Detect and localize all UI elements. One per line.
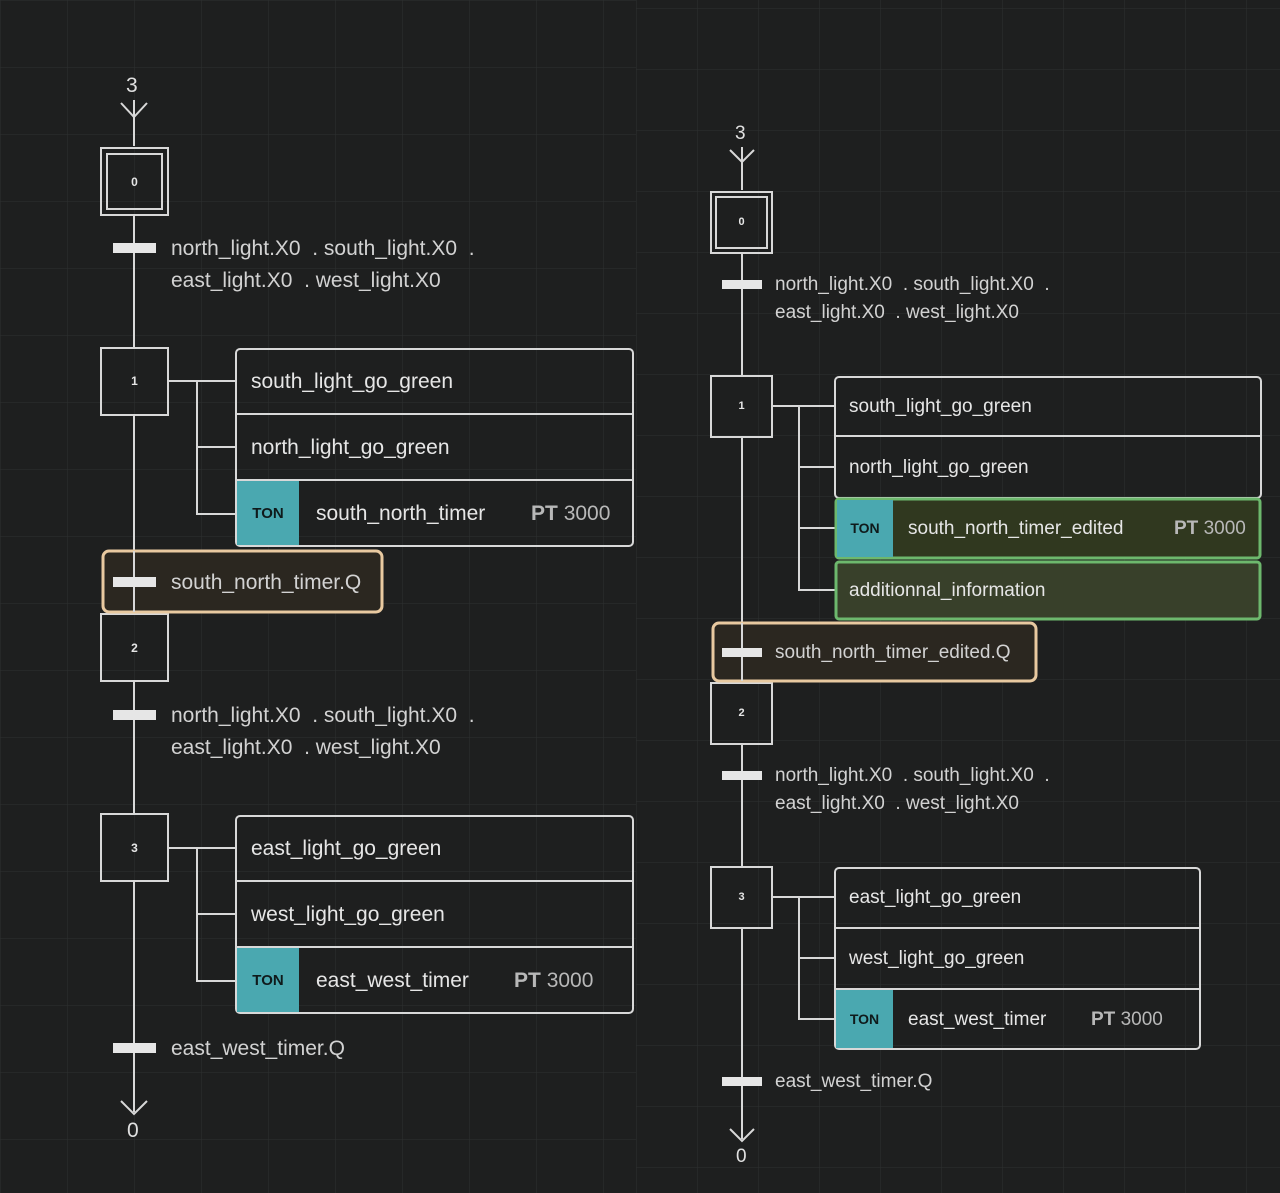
step-3-label: 3 [738,891,745,903]
grafcet-original-panel: 3 0 1 2 3 north_light.X0 . south_light.X… [0,0,636,1193]
preset-time: PT 3000 [531,502,611,525]
timer-label: south_north_timer [316,502,486,525]
step-3-label: 3 [131,841,138,855]
transition-condition: east_west_timer.Q [775,1071,933,1092]
step-1-label: 1 [738,400,745,412]
preset-time: PT 3000 [514,969,594,992]
transition-condition: east_light.X0 . west_light.X0 [775,302,1019,323]
step-1-label: 1 [131,374,138,388]
final-link-label: 0 [736,1146,747,1167]
timer-label-edited: south_north_timer_edited [908,518,1124,539]
grafcet-edited-panel: 3 0 1 2 3 north_light.X0 . south_light.X… [636,0,1280,1193]
transition-condition: north_light.X0 . south_light.X0 . [171,237,475,260]
action-label: west_light_go_green [849,948,1025,969]
action-label-added: additionnal_information [849,580,1046,601]
action-label: south_light_go_green [849,396,1032,417]
initial-link-label: 3 [735,123,746,144]
timer-label: east_west_timer [908,1009,1047,1030]
ton-label: TON [850,520,880,536]
step-2-label: 2 [738,707,745,719]
ton-label: TON [252,505,284,522]
transition-condition-highlighted: south_north_timer.Q [171,571,362,594]
transition-condition-highlighted: south_north_timer_edited.Q [775,642,1011,663]
transition-condition: north_light.X0 . south_light.X0 . [775,274,1050,295]
transition-condition: east_west_timer.Q [171,1037,345,1060]
action-label: north_light_go_green [251,436,450,459]
step-0-label: 0 [738,216,745,228]
action-label: east_light_go_green [251,837,442,860]
initial-link-label: 3 [126,74,138,97]
timer-label: east_west_timer [316,969,469,992]
transition-condition: north_light.X0 . south_light.X0 . [775,765,1050,786]
step-2-label: 2 [131,641,138,655]
ton-label: TON [849,1011,880,1027]
transition-condition: north_light.X0 . south_light.X0 . [171,704,475,727]
transition-condition: east_light.X0 . west_light.X0 [171,736,441,759]
transition-condition: east_light.X0 . west_light.X0 [171,269,441,292]
step-0-label: 0 [131,175,138,189]
preset-time: PT 3000 [1174,518,1246,539]
action-label: south_light_go_green [251,370,454,393]
action-label: west_light_go_green [251,903,445,926]
action-label: north_light_go_green [849,457,1029,478]
ton-label: TON [252,972,284,989]
final-link-label: 0 [127,1119,139,1142]
transition-condition: east_light.X0 . west_light.X0 [775,793,1019,814]
preset-time: PT 3000 [1091,1009,1163,1030]
action-label: east_light_go_green [849,887,1022,908]
